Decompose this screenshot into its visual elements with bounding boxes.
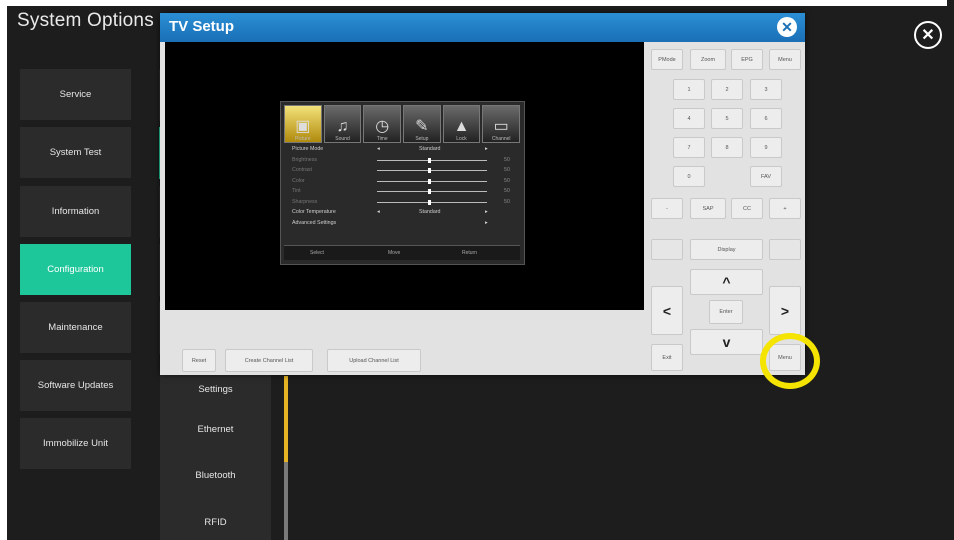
arrow-up-button[interactable]: ^ bbox=[690, 269, 763, 295]
menu-system-test[interactable]: System Test bbox=[20, 127, 131, 178]
tv-screen: ▣ Picture ♫ Sound ◷ Time ✎ Setup ▲ Lock ▭ Chan… bbox=[165, 42, 644, 310]
osd-row-advanced-settings: Advanced Settings ▸ bbox=[292, 220, 488, 226]
chevron-up-icon: ^ bbox=[722, 274, 731, 290]
minus-button[interactable]: - bbox=[651, 198, 683, 219]
osd-row-picture-mode: Picture Mode ◂ Standard ▸ bbox=[292, 146, 488, 152]
page-title: System Options bbox=[17, 10, 154, 31]
fav-button[interactable]: FAV bbox=[750, 166, 782, 187]
digit-2-button[interactable]: 2 bbox=[711, 79, 743, 100]
lock-icon: ▲ Lock bbox=[442, 105, 481, 143]
cc-button[interactable]: CC bbox=[731, 198, 763, 219]
osd-row-sharpness: Sharpness 50 bbox=[292, 199, 510, 205]
menu-immobilize-unit[interactable]: Immobilize Unit bbox=[20, 418, 131, 469]
digit-4-button[interactable]: 4 bbox=[673, 108, 705, 129]
sap-button[interactable]: SAP bbox=[690, 198, 726, 219]
osd-row-color-temperature: Color Temperature ◂ Standard ▸ bbox=[292, 209, 488, 215]
upload-channel-list-button[interactable]: Upload Channel List bbox=[327, 349, 421, 372]
exit-button[interactable]: Exit bbox=[651, 344, 683, 371]
create-channel-list-button[interactable]: Create Channel List bbox=[225, 349, 313, 372]
menu-maintenance[interactable]: Maintenance bbox=[20, 302, 131, 353]
digit-7-button[interactable]: 7 bbox=[673, 137, 705, 158]
tv-osd-menu: ▣ Picture ♫ Sound ◷ Time ✎ Setup ▲ Lock ▭ Chan… bbox=[280, 101, 525, 265]
scrollbar-thumb[interactable] bbox=[284, 376, 288, 462]
blank-button[interactable] bbox=[769, 239, 801, 260]
digit-6-button[interactable]: 6 bbox=[750, 108, 782, 129]
submenu-ethernet[interactable]: Ethernet bbox=[160, 406, 271, 453]
tv-setup-dialog: TV Setup ✕ ▣ Picture ♫ Sound ◷ Time ✎ Setup … bbox=[160, 13, 805, 375]
arrow-down-button[interactable]: v bbox=[690, 329, 763, 355]
digit-5-button[interactable]: 5 bbox=[711, 108, 743, 129]
submenu-rfid[interactable]: RFID bbox=[160, 499, 271, 540]
arrow-right-button[interactable]: > bbox=[769, 286, 801, 335]
menu-software-updates[interactable]: Software Updates bbox=[20, 360, 131, 411]
digit-8-button[interactable]: 8 bbox=[711, 137, 743, 158]
sound-icon: ♫ Sound bbox=[323, 105, 362, 143]
digit-9-button[interactable]: 9 bbox=[750, 137, 782, 158]
epg-button[interactable]: EPG bbox=[731, 49, 763, 70]
osd-row-contrast: Contrast 50 bbox=[292, 167, 510, 173]
display-button[interactable]: Display bbox=[690, 239, 763, 260]
top-band bbox=[0, 0, 947, 6]
digit-0-button[interactable]: 0 bbox=[673, 166, 705, 187]
osd-tab-bar: ▣ Picture ♫ Sound ◷ Time ✎ Setup ▲ Lock ▭ Chan… bbox=[284, 105, 521, 143]
arrow-left-button[interactable]: < bbox=[651, 286, 683, 335]
reset-button[interactable]: Reset bbox=[182, 349, 216, 372]
dialog-title: TV Setup bbox=[169, 18, 235, 35]
menu-information[interactable]: Information bbox=[20, 186, 131, 237]
plus-button[interactable]: + bbox=[769, 198, 801, 219]
enter-button[interactable]: Enter bbox=[709, 300, 743, 324]
time-icon: ◷ Time bbox=[363, 105, 402, 143]
channel-icon: ▭ Channel bbox=[482, 105, 521, 143]
osd-settings-list: Picture Mode ◂ Standard ▸ Brightness 50 Cont… bbox=[284, 145, 520, 240]
picture-icon: ▣ Picture bbox=[284, 105, 322, 143]
highlight-circle bbox=[760, 333, 820, 389]
submenu-bluetooth[interactable]: Bluetooth bbox=[160, 452, 271, 499]
digit-3-button[interactable]: 3 bbox=[750, 79, 782, 100]
menu-service[interactable]: Service bbox=[20, 69, 131, 120]
chevron-right-icon: > bbox=[780, 302, 790, 319]
osd-row-color: Color 50 bbox=[292, 178, 510, 184]
osd-footer-select: Select bbox=[310, 250, 324, 256]
digit-1-button[interactable]: 1 bbox=[673, 79, 705, 100]
chevron-down-icon: v bbox=[722, 334, 731, 350]
setup-icon: ✎ Setup bbox=[403, 105, 441, 143]
osd-footer-move: Move bbox=[388, 250, 401, 256]
pmode-button[interactable]: PMode bbox=[651, 49, 683, 70]
osd-row-brightness: Brightness 50 bbox=[292, 157, 510, 163]
close-icon[interactable]: ✕ bbox=[777, 17, 797, 37]
close-icon[interactable]: ✕ bbox=[914, 21, 942, 49]
osd-footer-return: Return bbox=[462, 250, 478, 256]
dialog-titlebar: TV Setup ✕ bbox=[160, 13, 805, 42]
blank-button[interactable] bbox=[651, 239, 683, 260]
menu-top-button[interactable]: Menu bbox=[769, 49, 801, 70]
osd-footer: Select Move Return bbox=[284, 245, 520, 260]
chevron-left-icon: < bbox=[662, 302, 672, 319]
menu-configuration[interactable]: Configuration bbox=[20, 244, 131, 295]
osd-row-tint: Tint 50 bbox=[292, 188, 510, 194]
zoom-button[interactable]: Zoom bbox=[690, 49, 726, 70]
